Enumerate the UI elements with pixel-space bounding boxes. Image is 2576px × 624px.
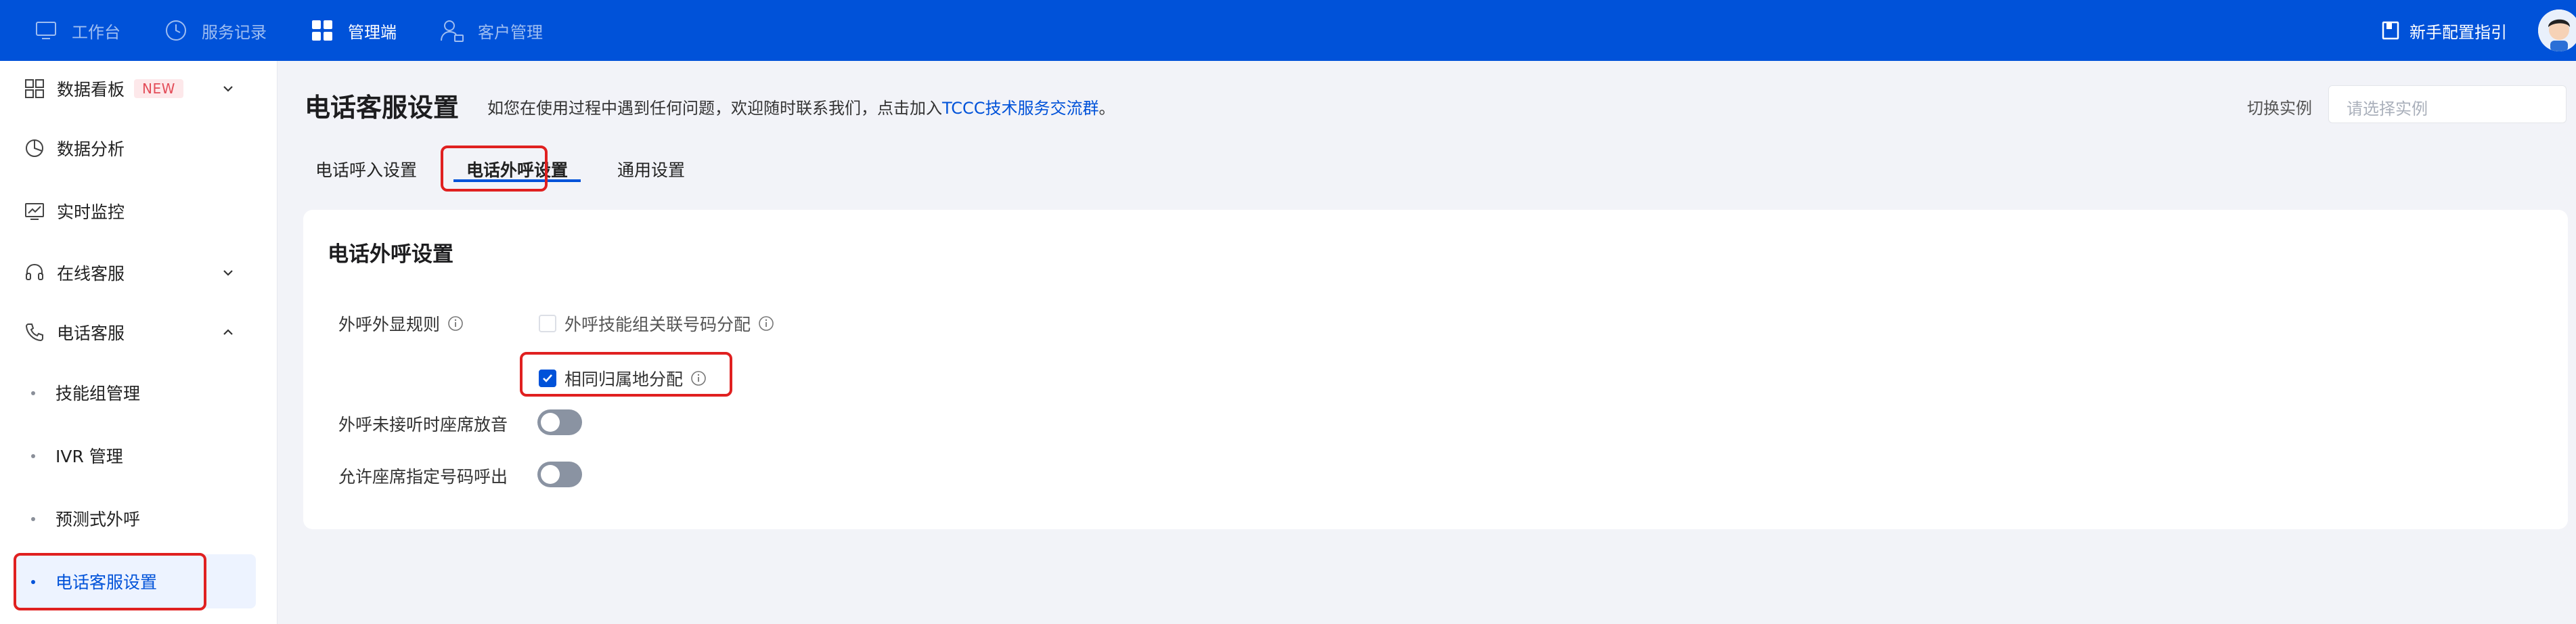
- info-icon[interactable]: [447, 315, 464, 332]
- headset-icon: [23, 261, 46, 284]
- tab-general-settings[interactable]: 通用设置: [617, 157, 685, 181]
- unanswered-sound-toggle[interactable]: [537, 409, 582, 435]
- option-skill-group-number[interactable]: 外呼技能组关联号码分配: [539, 311, 775, 336]
- info-icon[interactable]: [757, 315, 775, 332]
- page-tip: 如您在使用过程中遇到任何问题，欢迎随时联系我们，点击加入TCCC技术服务交流群。: [487, 95, 1115, 118]
- display-rule-row-label: 外呼外显规则: [338, 311, 464, 336]
- option-same-region[interactable]: 相同归属地分配: [539, 366, 707, 391]
- user-avatar[interactable]: [2538, 9, 2576, 51]
- tab-outbound-settings[interactable]: 电话外呼设置: [466, 157, 568, 181]
- chevron-up-icon[interactable]: [220, 324, 236, 340]
- check-icon: [543, 374, 552, 382]
- allow-specify-toggle[interactable]: [537, 462, 582, 487]
- sidebar-sub-ivr-label: IVR 管理: [55, 447, 123, 466]
- top-nav-menu: 工作台 服务记录 管理端 客户管理: [0, 0, 585, 61]
- sidebar-item-phone-service-label: 电话客服: [57, 324, 125, 343]
- sidebar-item-online-service[interactable]: 在线客服: [0, 248, 277, 297]
- switch-instance-label: 切换实例: [2247, 99, 2312, 118]
- topnav-admin-label: 管理端: [348, 22, 397, 42]
- top-navigation-bar: 工作台 服务记录 管理端 客户管理 新手配置指引: [0, 0, 2576, 61]
- sidebar-item-data-analysis[interactable]: 数据分析: [0, 124, 277, 173]
- sidebar-item-phone-service[interactable]: 电话客服: [0, 308, 277, 357]
- grid-icon: [312, 20, 332, 41]
- topnav-service-records[interactable]: 服务记录: [162, 0, 267, 61]
- clock-icon: [166, 20, 186, 41]
- book-icon: [2382, 21, 2399, 40]
- topnav-workbench-label: 工作台: [72, 22, 120, 42]
- sidebar-item-realtime-monitor-label: 实时监控: [57, 202, 125, 222]
- allow-specify-label: 允许座席指定号码呼出: [338, 467, 508, 487]
- topnav-workbench[interactable]: 工作台: [32, 0, 120, 61]
- sidebar-item-data-analysis-label: 数据分析: [57, 139, 125, 159]
- chevron-down-icon[interactable]: [220, 265, 236, 281]
- sidebar-sub-predictive-outbound[interactable]: 预测式外呼: [14, 491, 256, 545]
- sidebar-item-realtime-monitor[interactable]: 实时监控: [0, 187, 277, 236]
- unanswered-sound-label: 外呼未接听时座席放音: [338, 415, 508, 434]
- page-title: 电话客服设置: [305, 93, 460, 122]
- sidebar-sub-skill-group[interactable]: 技能组管理: [14, 365, 256, 420]
- sidebar-sub-phone-settings-label: 电话客服设置: [55, 573, 158, 592]
- new-badge: NEW: [134, 79, 183, 98]
- checkbox-same-region[interactable]: [539, 370, 556, 387]
- page-tip-end: 。: [1098, 99, 1115, 118]
- topnav-customer-management[interactable]: 客户管理: [439, 0, 543, 61]
- monitor-chart-icon: [23, 200, 46, 223]
- monitor-icon: [36, 22, 56, 39]
- phone-icon: [23, 321, 46, 344]
- toggle-knob: [541, 465, 560, 484]
- topnav-admin[interactable]: 管理端: [309, 0, 397, 61]
- bullet-dot: [31, 391, 35, 395]
- topnav-service-records-label: 服务记录: [202, 22, 267, 42]
- sidebar-item-dashboard-label: 数据看板: [57, 80, 125, 99]
- chevron-down-icon[interactable]: [220, 81, 236, 97]
- topnav-customer-management-label: 客户管理: [478, 22, 543, 42]
- bullet-dot: [31, 454, 35, 458]
- sidebar-sub-predictive-outbound-label: 预测式外呼: [55, 510, 141, 529]
- sidebar-sub-phone-settings[interactable]: 电话客服设置: [14, 554, 256, 608]
- bullet-dot: [31, 517, 35, 521]
- beginner-guide-button[interactable]: 新手配置指引: [2380, 19, 2507, 43]
- avatar-icon: [2538, 9, 2576, 51]
- info-icon[interactable]: [690, 370, 707, 387]
- tab-inbound-settings[interactable]: 电话呼入设置: [315, 157, 417, 181]
- sidebar-item-dashboard[interactable]: 数据看板 NEW: [0, 64, 277, 113]
- card-title: 电话外呼设置: [328, 242, 453, 267]
- allow-specify-row-label: 允许座席指定号码呼出: [338, 464, 508, 488]
- dashboard-icon: [23, 77, 46, 100]
- beginner-guide-label: 新手配置指引: [2410, 22, 2507, 42]
- bullet-dot: [31, 580, 35, 584]
- sidebar-item-online-service-label: 在线客服: [57, 264, 125, 284]
- option-skill-group-label: 外呼技能组关联号码分配: [564, 315, 751, 334]
- instance-select[interactable]: 请选择实例: [2328, 85, 2567, 123]
- unanswered-sound-row-label: 外呼未接听时座席放音: [338, 411, 508, 436]
- top-right-area: 新手配置指引: [2380, 0, 2576, 61]
- sidebar-sub-skill-group-label: 技能组管理: [55, 384, 141, 403]
- option-same-region-label: 相同归属地分配: [564, 370, 684, 389]
- sidebar: 数据看板 NEW 数据分析 实时监控 在线客服 电话客服 技能组管理 IVR 管…: [0, 61, 277, 624]
- pie-chart-icon: [23, 137, 46, 160]
- toggle-knob: [541, 413, 560, 432]
- display-rule-label: 外呼外显规则: [338, 315, 441, 334]
- page-tip-text: 如您在使用过程中遇到任何问题，欢迎随时联系我们，点击加入: [487, 99, 942, 118]
- active-tab-underline: [453, 179, 581, 182]
- tech-group-link[interactable]: TCCC技术服务交流群: [942, 99, 1099, 118]
- sidebar-sub-ivr[interactable]: IVR 管理: [14, 428, 256, 483]
- user-manage-icon: [441, 20, 464, 42]
- checkbox-skill-group[interactable]: [539, 315, 556, 332]
